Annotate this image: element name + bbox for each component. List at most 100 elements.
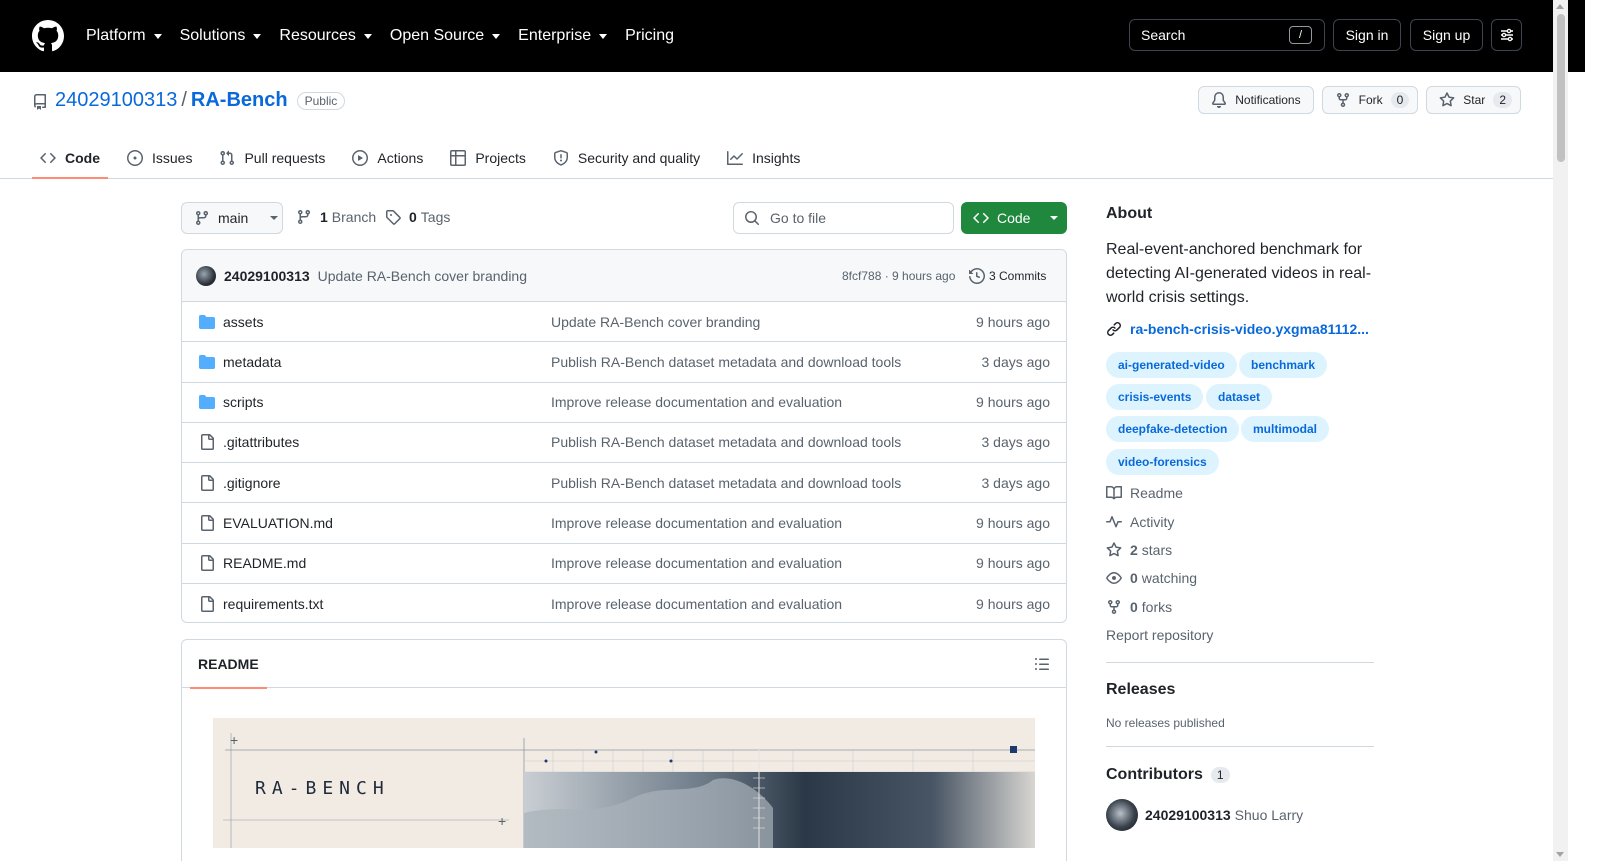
file-name-link[interactable]: EVALUATION.md <box>223 515 333 531</box>
settings-sliders-icon[interactable] <box>1491 19 1522 51</box>
file-row[interactable]: EVALUATION.md Improve release documentati… <box>182 503 1066 544</box>
topic-tag[interactable]: video-forensics <box>1106 449 1219 475</box>
github-logo-icon[interactable] <box>32 20 64 52</box>
star-count: 2 <box>1493 92 1512 108</box>
file-commit-message-link[interactable]: Publish RA-Bench dataset metadata and do… <box>551 354 901 370</box>
branches-link[interactable]: 1 Branch <box>296 209 376 225</box>
nav-resources[interactable]: Resources <box>279 27 372 45</box>
nav-platform[interactable]: Platform <box>86 27 162 45</box>
go-to-file-input[interactable]: Go to file <box>733 202 954 234</box>
file-commit-message-link[interactable]: Improve release documentation and evalua… <box>551 596 842 612</box>
search-button[interactable]: Search / <box>1129 19 1325 51</box>
tab-code[interactable]: Code <box>32 138 108 179</box>
repo-header: 24029100313 / RA-Bench Public Notificati… <box>0 72 1553 179</box>
file-commit-message-link[interactable]: Update RA-Bench cover branding <box>551 314 760 330</box>
forks-label: forks <box>1141 599 1173 615</box>
contributor-login[interactable]: 24029100313 <box>1145 807 1231 823</box>
file-row[interactable]: metadata Publish RA-Bench dataset metadat… <box>182 342 1066 383</box>
page-scrollbar[interactable] <box>1553 0 1568 861</box>
repo-title: 24029100313 / RA-Bench Public <box>55 89 346 112</box>
file-icon <box>199 434 215 451</box>
tab-pull-requests[interactable]: Pull requests <box>211 138 333 178</box>
file-row[interactable]: scripts Improve release documentation and… <box>182 383 1066 423</box>
file-commit-message-link[interactable]: Improve release documentation and evalua… <box>551 394 842 410</box>
fork-icon <box>1336 93 1349 108</box>
tab-actions[interactable]: Actions <box>344 138 431 178</box>
file-name-link[interactable]: .gitattributes <box>223 434 299 450</box>
file-row[interactable]: README.md Improve release documentation a… <box>182 544 1066 584</box>
file-commit-message-link[interactable]: Publish RA-Bench dataset metadata and do… <box>551 434 901 450</box>
topic-tag[interactable]: multimodal <box>1241 416 1330 442</box>
report-repository-link[interactable]: Report repository <box>1106 627 1213 643</box>
watchers-link[interactable]: 0 watching <box>1106 570 1197 586</box>
list-unordered-icon[interactable] <box>1034 656 1050 672</box>
nav-label: Open Source <box>389 27 485 44</box>
commits-history-link[interactable]: 3 Commits <box>969 267 1047 284</box>
git-branch-icon <box>195 211 208 226</box>
nav-solutions[interactable]: Solutions <box>180 27 262 45</box>
file-commit-message-link[interactable]: Improve release documentation and evalua… <box>551 515 842 531</box>
branch-select-button[interactable]: main <box>181 202 283 234</box>
file-name-link[interactable]: README.md <box>223 555 306 571</box>
readme-link[interactable]: Readme <box>1106 485 1183 501</box>
scroll-up-arrow-icon[interactable] <box>1556 4 1564 9</box>
commit-hash-link[interactable]: 8fcf788 · 9 hours ago <box>842 269 955 283</box>
file-row[interactable]: assets Update RA-Bench cover branding 9 ho… <box>182 302 1066 343</box>
watching-label: watching <box>1141 570 1198 586</box>
shield-icon <box>553 150 568 166</box>
contributors-heading[interactable]: Contributors 1 <box>1106 766 1230 784</box>
scroll-down-arrow-icon[interactable] <box>1556 852 1564 857</box>
file-commit-message-link[interactable]: Improve release documentation and evalua… <box>551 555 842 571</box>
nav-open-source[interactable]: Open Source <box>389 27 501 45</box>
topic-tag[interactable]: dataset <box>1206 384 1273 410</box>
forks-link[interactable]: 0 forks <box>1106 599 1172 615</box>
code-dropdown-button[interactable]: Code <box>961 202 1067 234</box>
tab-insights[interactable]: Insights <box>719 138 808 178</box>
file-name-link[interactable]: scripts <box>223 394 263 410</box>
pulse-icon <box>1106 516 1122 528</box>
repo-owner-link[interactable]: 24029100313 <box>55 89 177 112</box>
repo-name-link[interactable]: RA-Bench <box>191 89 288 112</box>
avatar[interactable] <box>1106 799 1138 831</box>
nav-pricing[interactable]: Pricing <box>625 27 674 45</box>
activity-link[interactable]: Activity <box>1106 514 1174 530</box>
file-commit-age: 3 days ago <box>981 353 1051 370</box>
topic-tag[interactable]: benchmark <box>1239 352 1328 378</box>
commit-author-link[interactable]: 24029100313 <box>224 268 310 284</box>
file-name-link[interactable]: assets <box>223 314 263 330</box>
tags-link[interactable]: 0 Tags <box>385 209 450 225</box>
topic-tag[interactable]: deepfake-detection <box>1106 416 1240 442</box>
releases-heading[interactable]: Releases <box>1106 681 1175 699</box>
file-name-link[interactable]: metadata <box>223 354 281 370</box>
stars-link[interactable]: 2 stars <box>1106 542 1172 558</box>
tab-label: Actions <box>377 150 424 166</box>
file-name-link[interactable]: .gitignore <box>223 475 281 491</box>
code-icon <box>40 152 56 164</box>
file-row[interactable]: .gitignore Publish RA-Bench dataset metad… <box>182 463 1066 504</box>
tab-issues[interactable]: Issues <box>119 138 200 178</box>
notifications-button[interactable]: Notifications <box>1198 86 1314 114</box>
contributor-item[interactable]: 24029100313 Shuo Larry <box>1106 799 1303 831</box>
file-commit-message-link[interactable]: Publish RA-Bench dataset metadata and do… <box>551 475 901 491</box>
commits-count: 3 Commits <box>989 268 1047 283</box>
readme-tab[interactable]: README <box>190 640 267 689</box>
file-name-link[interactable]: requirements.txt <box>223 596 323 612</box>
sign-in-button[interactable]: Sign in <box>1333 19 1401 51</box>
file-row[interactable]: requirements.txt Improve release document… <box>182 584 1066 622</box>
tab-security[interactable]: Security and quality <box>545 138 708 178</box>
homepage-link[interactable]: ra-bench-crisis-video.yxgma81112... <box>1106 321 1369 337</box>
scrollbar-thumb[interactable] <box>1557 14 1565 162</box>
commit-message-link[interactable]: Update RA-Bench cover branding <box>318 268 527 284</box>
link-icon <box>1107 322 1121 336</box>
avatar[interactable] <box>196 265 216 286</box>
nav-enterprise[interactable]: Enterprise <box>518 27 608 45</box>
topic-tag[interactable]: ai-generated-video <box>1106 352 1237 378</box>
go-to-file-placeholder: Go to file <box>770 210 827 226</box>
git-branch-icon <box>297 210 310 225</box>
topic-tag[interactable]: crisis-events <box>1106 384 1204 410</box>
file-row[interactable]: .gitattributes Publish RA-Bench dataset m… <box>182 423 1066 463</box>
fork-button[interactable]: Fork 0 <box>1321 86 1419 114</box>
star-button[interactable]: Star 2 <box>1426 86 1521 114</box>
sign-up-button[interactable]: Sign up <box>1410 19 1483 51</box>
tab-projects[interactable]: Projects <box>442 138 534 178</box>
